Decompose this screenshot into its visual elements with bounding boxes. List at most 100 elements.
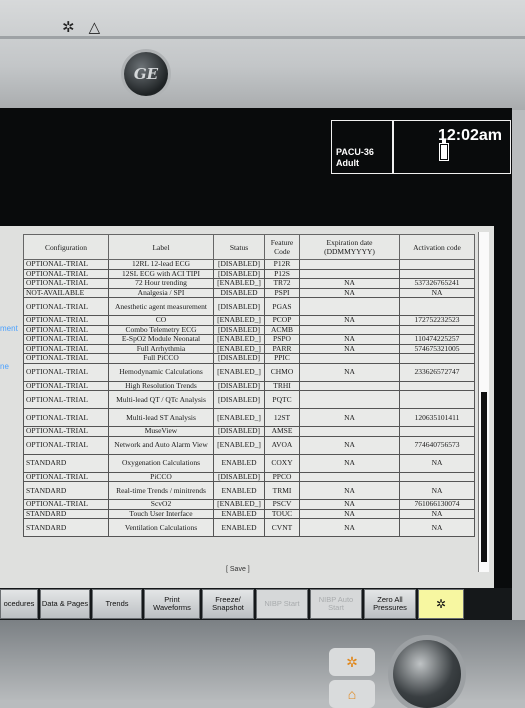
feature-code-cell: P12R [264,259,300,270]
table-row[interactable]: OPTIONAL-TRIAL Multi-lead QT / QTc Analys… [23,390,475,409]
table-row[interactable]: OPTIONAL-TRIAL PiCCO [DISABLED] PPCO [23,471,475,482]
label-cell: Anesthetic agent measurement [108,297,214,316]
table-row[interactable]: OPTIONAL-TRIAL Anesthetic agent measureme… [23,297,475,316]
table-row[interactable]: STANDARD Ventilation Calculations ENABLED C… [23,518,475,537]
table-row[interactable]: OPTIONAL-TRIAL E-SpO2 Module Neonatal [ENA… [23,334,475,345]
table-row[interactable]: OPTIONAL-TRIAL Full PiCCO [DISABLED] PPIC [23,353,475,364]
table-row[interactable]: OPTIONAL-TRIAL 12SL ECG with ACI TIPI [DIS… [23,268,475,279]
activation-code-cell: 537326765241 [399,278,475,289]
side-menu-label[interactable]: ment [0,324,18,333]
activation-code-cell: 172752232523 [399,315,475,326]
table-row[interactable]: OPTIONAL-TRIAL Combo Telemetry ECG [DISABL… [23,324,475,335]
status-cell: DISABLED [213,287,265,298]
label-cell: E-SpO2 Module Neonatal [108,334,214,345]
label-cell: ScvO2 [108,499,214,510]
feature-code-cell: COXY [264,453,300,473]
nibp-auto-start-button[interactable]: NIBP Auto Start [310,589,362,619]
patient-location: PACU-36 [336,147,374,157]
expiration-cell: NA [299,408,400,427]
print-waveforms-button[interactable]: Print Waveforms [144,589,200,619]
table-row[interactable]: STANDARD Oxygenation Calculations ENABLED C… [23,453,475,473]
scrollbar[interactable] [478,232,489,572]
label-cell: 12SL ECG with ACI TIPI [108,268,214,279]
table-row[interactable]: OPTIONAL-TRIAL MuseView [DISABLED] AMSE [23,426,475,437]
activation-code-cell: 774640756573 [399,435,475,455]
status-cell: [ENABLED_] [213,362,265,382]
expiration-cell: NA [299,453,400,473]
save-button[interactable]: [ Save ] [226,566,250,573]
ge-logo: GE [124,52,168,96]
label-cell: Analgesia / SPI [108,287,214,298]
battery-icon [439,140,449,161]
procedures-button[interactable]: ocedures [0,589,38,619]
expiration-cell [299,268,400,279]
patient-info[interactable]: PACU-36 Adult [331,120,393,174]
status-cell: [DISABLED] [213,426,265,437]
trends-button[interactable]: Trends [92,589,142,619]
expiration-cell [299,353,400,364]
home-key-icon[interactable]: ⌂ [329,680,375,708]
config-cell: OPTIONAL-TRIAL [23,362,109,382]
activation-code-cell: 110474225257 [399,334,475,345]
alarm-silence-button[interactable]: ✲ [418,589,464,619]
config-cell: STANDARD [23,481,109,500]
expiration-cell [299,297,400,316]
table-row[interactable]: OPTIONAL-TRIAL CO [ENABLED_] PCOP NA 17275223… [23,315,475,326]
label-cell: PiCCO [108,471,214,482]
side-menu-label[interactable]: ne [0,362,9,371]
table-row[interactable]: OPTIONAL-TRIAL Hemodynamic Calculations [E… [23,362,475,382]
table-row[interactable]: OPTIONAL-TRIAL Network and Auto Alarm Vie… [23,435,475,455]
activation-code-cell [399,390,475,409]
trim-knob[interactable] [393,640,461,708]
activation-code-cell [399,471,475,482]
warning-icon: △ [88,19,101,36]
activation-code-cell [399,259,475,270]
config-cell: OPTIONAL-TRIAL [23,343,109,354]
activation-code-cell: 120635101411 [399,408,475,427]
scroll-thumb[interactable] [481,392,487,562]
feature-code-cell: ACMB [264,324,300,335]
table-row[interactable]: NOT-AVAILABLE Analgesia / SPI DISABLED PSPI… [23,287,475,298]
config-cell: OPTIONAL-TRIAL [23,324,109,335]
table-row[interactable]: OPTIONAL-TRIAL High Resolution Trends [DIS… [23,380,475,391]
table-row[interactable]: STANDARD Touch User Interface ENABLED TOUC N… [23,508,475,519]
label-cell: Real-time Trends / minitrends [108,481,214,500]
clock-area[interactable]: 12:02am [393,120,511,174]
table-row[interactable]: OPTIONAL-TRIAL 12RL 12-lead ECG [DISABLED]… [23,259,475,270]
table-row[interactable]: OPTIONAL-TRIAL Multi-lead ST Analysis [ENA… [23,408,475,427]
zero-all-pressures-button[interactable]: Zero All Pressures [364,589,416,619]
feature-code-cell: PSPO [264,334,300,345]
label-cell: Hemodynamic Calculations [108,362,214,382]
status-cell: [DISABLED] [213,268,265,279]
column-header: Label [108,234,214,260]
patient-category: Adult [336,158,359,168]
expiration-cell: NA [299,518,400,537]
feature-code-cell: PARR [264,343,300,354]
label-cell: Combo Telemetry ECG [108,324,214,335]
activation-code-cell [399,426,475,437]
column-header: Expiration date (DDMMYYYY) [299,234,400,260]
status-icons: ✲ △ [62,18,100,36]
expiration-cell: NA [299,508,400,519]
activation-code-cell: NA [399,453,475,473]
status-cell: [ENABLED_] [213,435,265,455]
config-cell: OPTIONAL-TRIAL [23,408,109,427]
table-row[interactable]: OPTIONAL-TRIAL 72 Hour trending [ENABLED_]… [23,278,475,289]
table-row[interactable]: OPTIONAL-TRIAL ScvO2 [ENABLED_] PSCV NA 76106… [23,499,475,510]
label-cell: Full PiCCO [108,353,214,364]
freeze-snapshot-button[interactable]: Freeze/ Snapshot [202,589,254,619]
status-cell: [DISABLED] [213,259,265,270]
label-cell: Multi-lead ST Analysis [108,408,214,427]
status-cell: [DISABLED] [213,380,265,391]
feature-code-cell: TOUC [264,508,300,519]
expiration-cell: NA [299,435,400,455]
nibp-start-button[interactable]: NIBP Start [256,589,308,619]
bottom-button-bar: ocedures Data & Pages Trends Print Wavef… [0,588,512,620]
table-row[interactable]: STANDARD Real-time Trends / minitrends ENA… [23,481,475,500]
feature-code-cell: TR72 [264,278,300,289]
activation-code-cell: NA [399,481,475,500]
status-cell: [ENABLED_] [213,334,265,345]
data-pages-button[interactable]: Data & Pages [40,589,90,619]
alarm-silence-key-icon[interactable]: ✲ [329,648,375,676]
table-row[interactable]: OPTIONAL-TRIAL Full Arrhythmia [ENABLED_] P… [23,343,475,354]
